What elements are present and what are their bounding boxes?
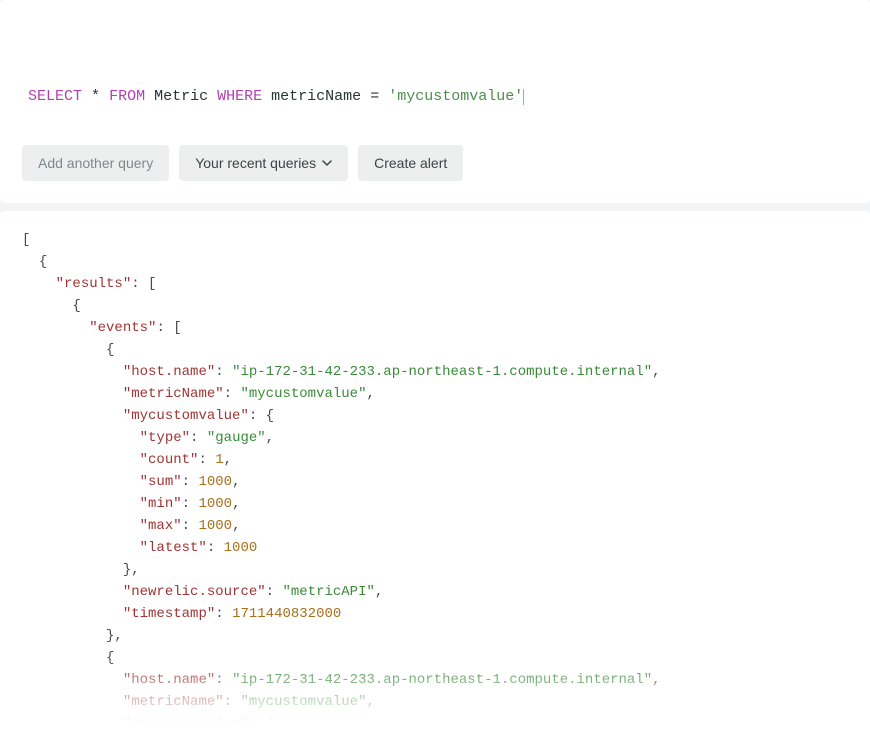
create-alert-label: Create alert bbox=[374, 155, 447, 171]
nrql-query-editor[interactable]: SELECT * FROM Metric WHERE metricName = … bbox=[22, 26, 848, 115]
json-line: { bbox=[22, 295, 848, 317]
json-line: "min": 1000, bbox=[22, 493, 848, 515]
json-line: "timestamp": 1711440832000 bbox=[22, 603, 848, 625]
json-result-view[interactable]: [ { "results": [ { "events": [ { "host.n… bbox=[22, 229, 848, 730]
json-line: { bbox=[22, 251, 848, 273]
json-line: "mycustomvalue": { bbox=[22, 713, 848, 730]
json-line: }, bbox=[22, 625, 848, 647]
json-line: { bbox=[22, 647, 848, 669]
json-line: }, bbox=[22, 559, 848, 581]
query-panel: SELECT * FROM Metric WHERE metricName = … bbox=[0, 0, 870, 203]
json-line: "events": [ bbox=[22, 317, 848, 339]
json-line: [ bbox=[22, 229, 848, 251]
recent-queries-label: Your recent queries bbox=[195, 155, 316, 171]
json-line: "type": "gauge", bbox=[22, 427, 848, 449]
json-line: "latest": 1000 bbox=[22, 537, 848, 559]
json-line: "metricName": "mycustomvalue", bbox=[22, 383, 848, 405]
json-line: "results": [ bbox=[22, 273, 848, 295]
json-line: "max": 1000, bbox=[22, 515, 848, 537]
json-line: "newrelic.source": "metricAPI", bbox=[22, 581, 848, 603]
json-line: "metricName": "mycustomvalue", bbox=[22, 691, 848, 713]
json-line: "count": 1, bbox=[22, 449, 848, 471]
add-another-query-label: Add another query bbox=[38, 155, 153, 171]
json-line: "mycustomvalue": { bbox=[22, 405, 848, 427]
add-another-query-button[interactable]: Add another query bbox=[22, 145, 169, 181]
json-line: "host.name": "ip-172-31-42-233.ap-northe… bbox=[22, 669, 848, 691]
json-line: "sum": 1000, bbox=[22, 471, 848, 493]
chevron-down-icon bbox=[322, 158, 332, 168]
recent-queries-button[interactable]: Your recent queries bbox=[179, 145, 348, 181]
query-toolbar: Add another query Your recent queries Cr… bbox=[22, 145, 848, 181]
results-panel: [ { "results": [ { "events": [ { "host.n… bbox=[0, 211, 870, 730]
json-line: { bbox=[22, 339, 848, 361]
create-alert-button[interactable]: Create alert bbox=[358, 145, 463, 181]
json-line: "host.name": "ip-172-31-42-233.ap-northe… bbox=[22, 361, 848, 383]
